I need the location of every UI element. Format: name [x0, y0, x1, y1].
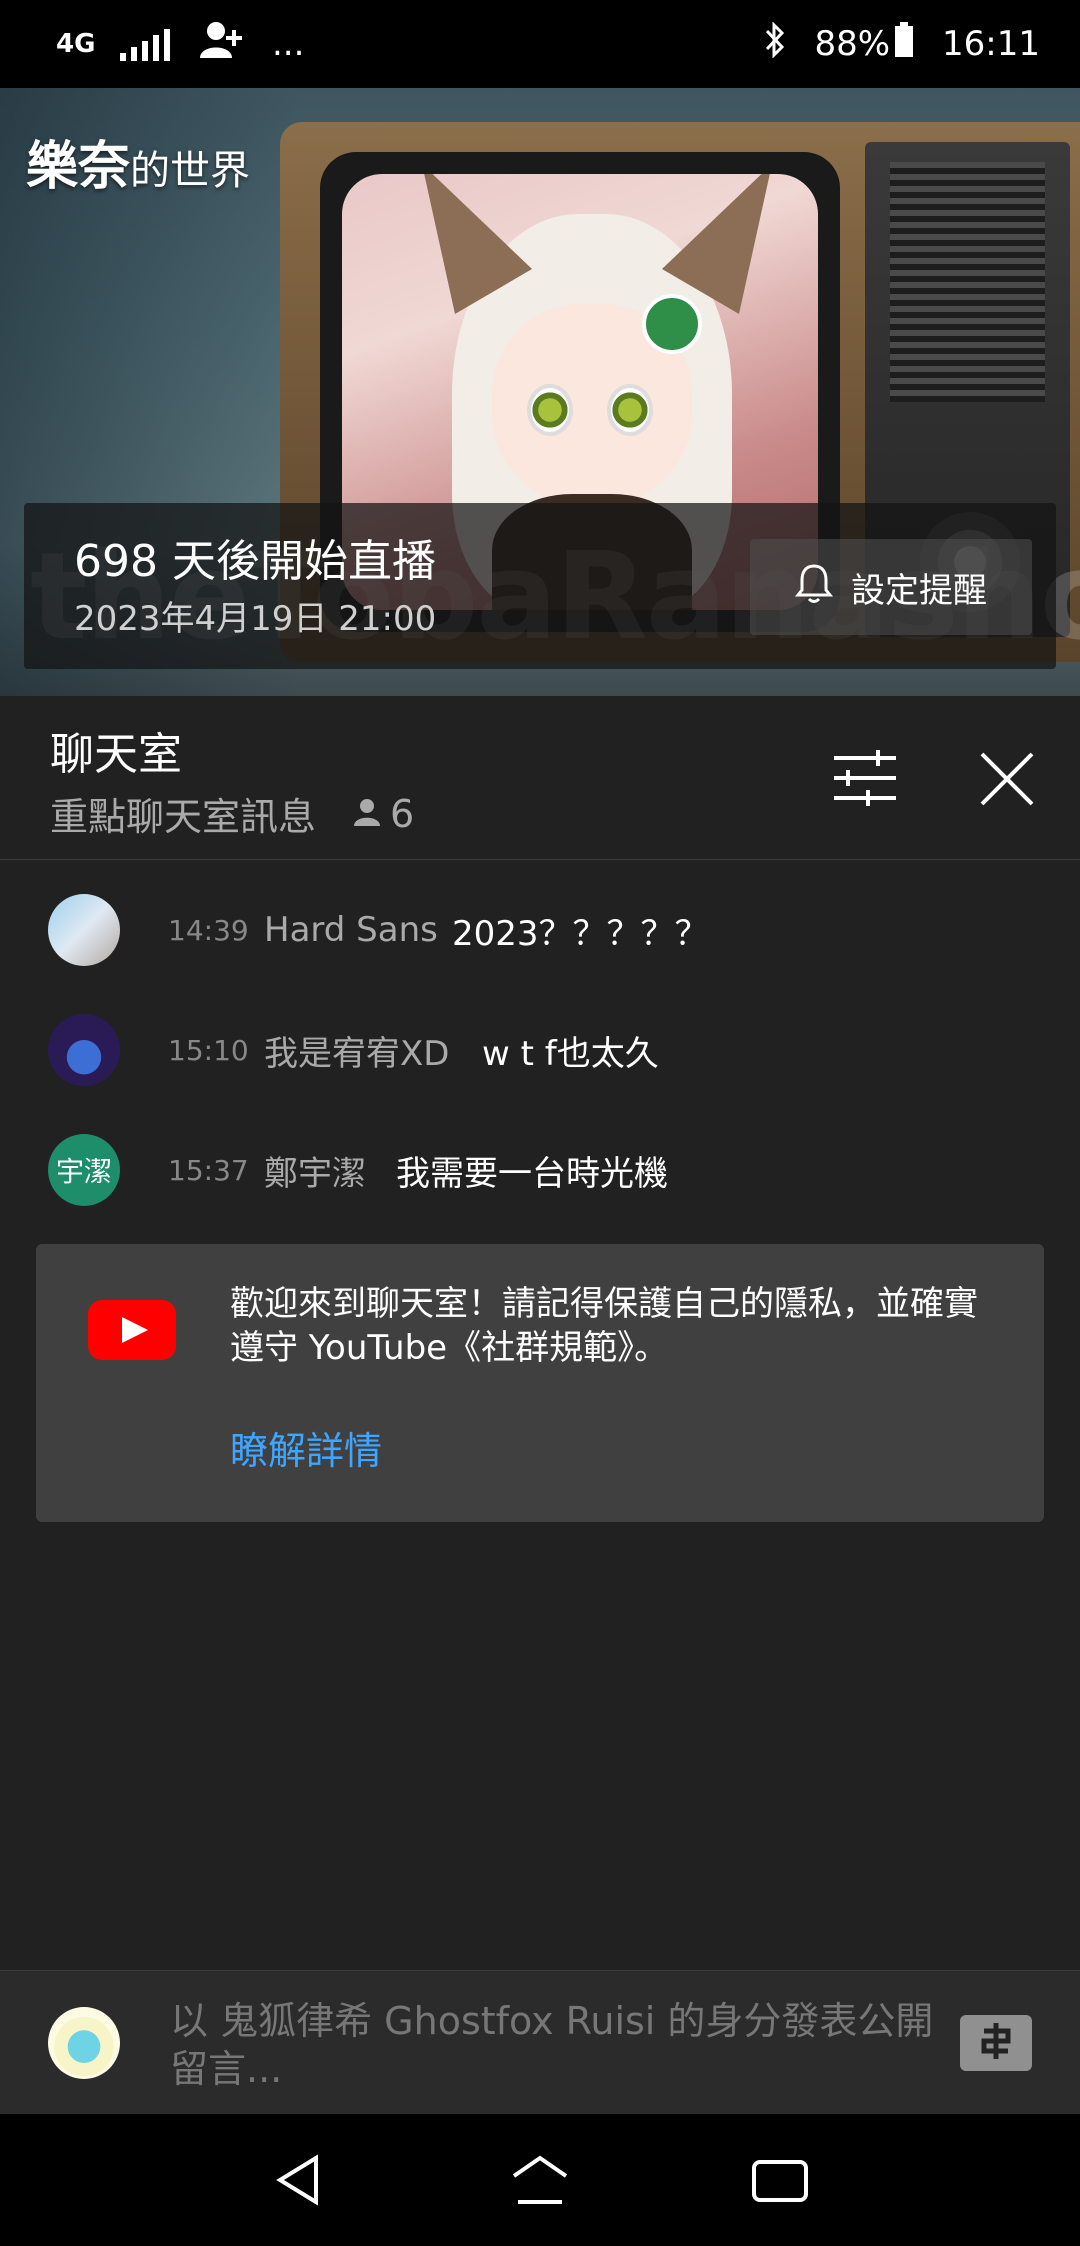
- person-icon: [352, 792, 382, 836]
- channel-name-bold: 樂奈: [26, 137, 131, 197]
- chat-message[interactable]: 15:10 我是宥宥XD w t f也太久: [0, 1000, 1080, 1100]
- avatar[interactable]: 宇潔: [48, 1134, 120, 1206]
- avatar-text: 宇潔: [55, 1155, 112, 1188]
- status-left: 4G ...: [56, 20, 304, 69]
- signal-icon: [120, 27, 170, 61]
- live-countdown-title: 698 天後開始直播: [74, 536, 436, 587]
- chat-message[interactable]: 14:39 Hard Sans 2023？？？？？: [0, 880, 1080, 980]
- message-text: 2023？？？？？: [452, 913, 709, 954]
- viewer-count: 6: [352, 792, 414, 836]
- message-author[interactable]: 我是宥宥XD: [264, 1026, 449, 1075]
- message-text: 我需要一台時光機: [396, 1153, 668, 1194]
- set-reminder-label: 設定提醒: [851, 570, 987, 611]
- add-contact-icon: [198, 20, 244, 69]
- upcoming-live-overlay: 698 天後開始直播 2023年4月19日 21:00 設定提醒: [24, 503, 1056, 669]
- apple-hairclip-icon: [642, 294, 702, 354]
- clock: 16:11: [942, 24, 1040, 64]
- bell-icon: [794, 562, 834, 613]
- network-type: 4G: [56, 29, 96, 59]
- message-time: 15:37: [168, 1153, 249, 1187]
- youtube-logo-icon: [88, 1300, 176, 1360]
- message-time: 14:39: [168, 913, 249, 947]
- sliders-icon: [830, 750, 900, 812]
- battery-status: 88%: [814, 21, 914, 67]
- chat-title: 聊天室: [50, 729, 182, 780]
- welcome-card: 歡迎來到聊天室！請記得保護自己的隱私，並確實遵守 YouTube《社群規範》。 …: [36, 1244, 1044, 1522]
- dollar-icon: [976, 2021, 1016, 2065]
- message-time: 15:10: [168, 1033, 249, 1067]
- viewer-count-number: 6: [390, 791, 415, 836]
- super-chat-button[interactable]: [960, 2015, 1032, 2071]
- home-icon: [508, 2155, 572, 2216]
- live-scheduled-date: 2023年4月19日 21:00: [74, 599, 437, 639]
- welcome-text: 歡迎來到聊天室！請記得保護自己的隱私，並確實遵守 YouTube《社群規範》。: [230, 1284, 978, 1368]
- back-button[interactable]: [268, 2148, 332, 2212]
- tv-speaker-grille: [890, 162, 1045, 402]
- bluetooth-icon: [764, 20, 786, 67]
- my-avatar: [48, 2007, 120, 2079]
- chat-input[interactable]: 以 鬼狐律希 Ghostfox Ruisi 的身分發表公開留言...: [170, 1997, 950, 2093]
- more-notifications: ...: [272, 24, 305, 64]
- message-author[interactable]: Hard Sans: [264, 910, 438, 950]
- close-icon: [976, 752, 1038, 814]
- recent-apps-icon: [748, 2160, 812, 2216]
- chat-input-bar: 以 鬼狐律希 Ghostfox Ruisi 的身分發表公開留言...: [0, 1970, 1080, 2114]
- status-right: 88% 16:11: [764, 20, 1040, 67]
- chat-message[interactable]: 宇潔 15:37 鄭宇潔 我需要一台時光機: [0, 1120, 1080, 1220]
- chat-header: 聊天室 重點聊天室訊息 6: [0, 696, 1080, 860]
- close-chat-button[interactable]: [976, 748, 1038, 810]
- home-button[interactable]: [508, 2148, 572, 2212]
- learn-more-link[interactable]: 瞭解詳情: [230, 1420, 382, 1475]
- chat-mode-selector[interactable]: 重點聊天室訊息 6: [50, 786, 414, 841]
- channel-name: 樂奈的世界: [26, 124, 250, 199]
- chat-filter-button[interactable]: [830, 748, 900, 808]
- set-reminder-button[interactable]: 設定提醒: [750, 539, 1032, 635]
- message-author[interactable]: 鄭宇潔: [264, 1146, 366, 1195]
- chat-mode-label: 重點聊天室訊息: [50, 795, 317, 839]
- avatar[interactable]: [48, 894, 120, 966]
- battery-icon: [894, 21, 914, 67]
- avatar[interactable]: [48, 1014, 120, 1086]
- back-icon: [268, 2154, 332, 2216]
- status-bar: 4G ... 88% 16:11: [0, 0, 1080, 88]
- system-nav-bar: [0, 2114, 1080, 2246]
- battery-percent: 88%: [814, 24, 891, 64]
- message-text: w t f也太久: [482, 1033, 659, 1074]
- character-eye-right: [607, 384, 653, 436]
- recent-apps-button[interactable]: [748, 2148, 812, 2212]
- character-eye-left: [527, 384, 573, 436]
- channel-name-rest: 的世界: [130, 148, 251, 194]
